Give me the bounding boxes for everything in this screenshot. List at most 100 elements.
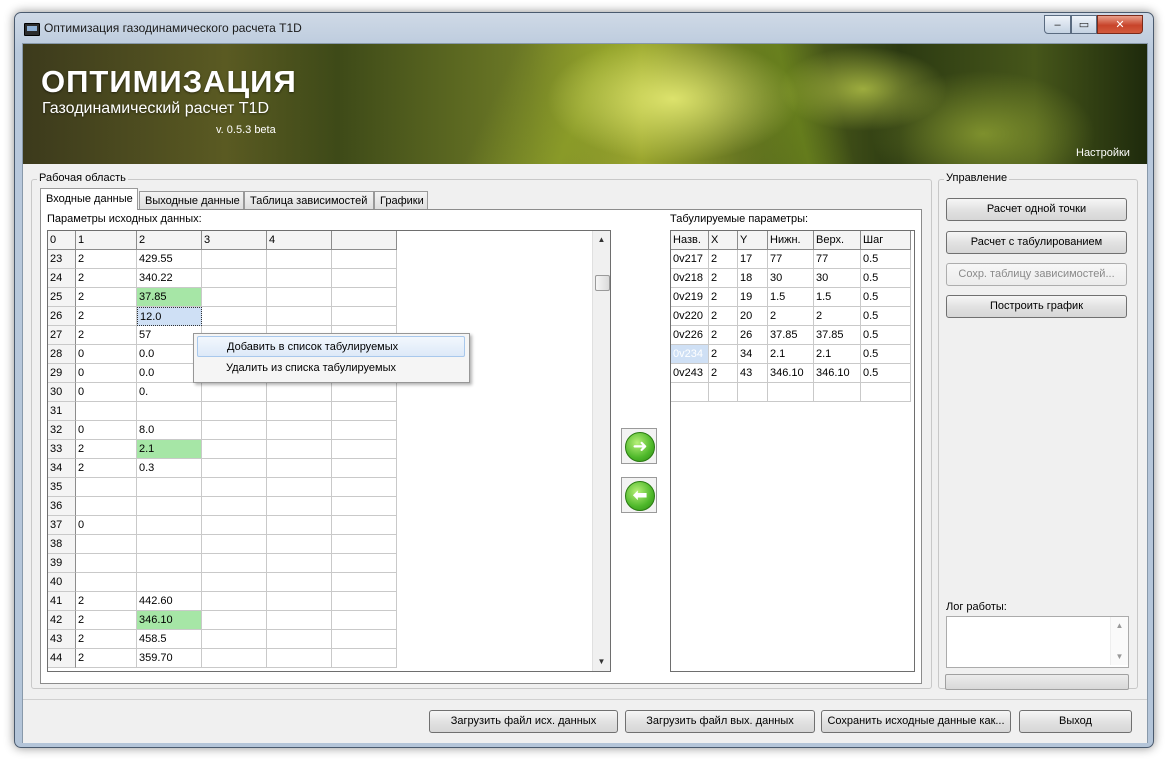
table-cell[interactable] [137, 478, 202, 497]
minimize-button[interactable]: ‒ [1044, 15, 1071, 34]
row-header[interactable]: 23 [48, 250, 76, 269]
table-cell[interactable] [332, 649, 397, 668]
table-cell[interactable] [202, 592, 267, 611]
table-cell[interactable]: 0.5 [861, 345, 911, 364]
tab-dependency-table[interactable]: Таблица зависимостей [244, 191, 374, 210]
table-cell[interactable] [814, 383, 861, 402]
table-cell[interactable] [332, 516, 397, 535]
table-cell[interactable]: 0. [137, 383, 202, 402]
table-cell[interactable] [267, 307, 332, 326]
table-cell[interactable] [332, 459, 397, 478]
table-cell[interactable]: 2 [709, 288, 738, 307]
table-cell[interactable] [137, 535, 202, 554]
table-cell[interactable]: 2 [76, 288, 137, 307]
table-cell[interactable] [267, 611, 332, 630]
table-cell[interactable]: 2 [709, 364, 738, 383]
table-cell[interactable] [709, 383, 738, 402]
table-cell[interactable] [332, 497, 397, 516]
table-cell[interactable]: 2 [76, 269, 137, 288]
table-cell[interactable]: 2 [76, 611, 137, 630]
table-cell[interactable] [267, 383, 332, 402]
table-cell[interactable]: 2 [709, 345, 738, 364]
remove-from-tab-button[interactable]: ⬅ [621, 477, 657, 513]
table-cell[interactable]: 2 [709, 326, 738, 345]
table-cell[interactable]: 2 [76, 649, 137, 668]
table-cell[interactable]: 0v234 [671, 345, 709, 364]
column-header[interactable]: 2 [137, 231, 202, 250]
table-cell[interactable]: 0.5 [861, 326, 911, 345]
row-header[interactable]: 34 [48, 459, 76, 478]
table-cell[interactable]: 359.70 [137, 649, 202, 668]
table-cell[interactable]: 346.10 [768, 364, 814, 383]
row-header[interactable]: 39 [48, 554, 76, 573]
table-cell[interactable]: 429.55 [137, 250, 202, 269]
table-cell[interactable] [671, 383, 709, 402]
table-cell[interactable] [76, 554, 137, 573]
build-chart-button[interactable]: Построить график [946, 295, 1127, 318]
table-cell[interactable] [137, 573, 202, 592]
table-cell[interactable]: 30 [814, 269, 861, 288]
table-cell[interactable] [267, 535, 332, 554]
table-cell[interactable]: 0v218 [671, 269, 709, 288]
table-cell[interactable] [137, 402, 202, 421]
table-cell[interactable] [332, 592, 397, 611]
table-cell[interactable] [267, 516, 332, 535]
row-header[interactable]: 24 [48, 269, 76, 288]
scroll-thumb[interactable] [595, 275, 610, 291]
column-header[interactable]: Y [738, 231, 768, 250]
input-data-grid[interactable]: 0 1 2 3 4 23 2 429.55 24 2 340.22 25 2 37.85 26 2 12.0 27… [47, 230, 611, 672]
table-cell[interactable]: 442.60 [137, 592, 202, 611]
table-cell[interactable]: 8.0 [137, 421, 202, 440]
tabulated-params-grid[interactable]: Назв. X Y Нижн. Верх. Шаг 0v217 2 17 77 77 0.5 0v218… [670, 230, 915, 672]
table-cell[interactable] [202, 269, 267, 288]
row-header[interactable]: 30 [48, 383, 76, 402]
title-bar[interactable]: Оптимизация газодинамического расчета T1… [15, 13, 1153, 43]
table-cell[interactable]: 0 [76, 516, 137, 535]
table-cell[interactable]: 0v220 [671, 307, 709, 326]
table-cell[interactable]: 2 [709, 307, 738, 326]
row-header[interactable]: 44 [48, 649, 76, 668]
column-header[interactable]: 1 [76, 231, 137, 250]
table-cell[interactable]: 2 [76, 307, 137, 326]
table-cell[interactable]: 2.1 [137, 440, 202, 459]
table-cell[interactable]: 2 [76, 326, 137, 345]
log-scrollbar[interactable]: ▲ ▼ [1110, 617, 1128, 665]
table-cell[interactable] [332, 383, 397, 402]
row-header[interactable]: 40 [48, 573, 76, 592]
input-grid-scrollbar[interactable]: ▲ ▼ [592, 231, 610, 671]
table-cell[interactable] [332, 630, 397, 649]
table-cell[interactable]: 0v243 [671, 364, 709, 383]
table-cell[interactable] [332, 402, 397, 421]
table-cell[interactable] [202, 288, 267, 307]
table-cell[interactable]: 19 [738, 288, 768, 307]
table-cell[interactable] [137, 554, 202, 573]
table-cell[interactable]: 0.5 [861, 288, 911, 307]
save-dependency-table-button[interactable]: Сохр. таблицу зависимостей... [946, 263, 1127, 286]
table-cell[interactable] [332, 421, 397, 440]
table-cell[interactable]: 0.5 [861, 269, 911, 288]
table-cell[interactable] [332, 269, 397, 288]
row-header[interactable]: 27 [48, 326, 76, 345]
table-cell[interactable]: 346.10 [814, 364, 861, 383]
table-cell[interactable] [202, 611, 267, 630]
table-cell[interactable]: 1.5 [814, 288, 861, 307]
table-cell[interactable]: 43 [738, 364, 768, 383]
row-header[interactable]: 36 [48, 497, 76, 516]
table-cell[interactable] [332, 573, 397, 592]
table-cell[interactable]: 37.85 [814, 326, 861, 345]
column-header[interactable]: 4 [267, 231, 332, 250]
table-cell[interactable] [202, 440, 267, 459]
table-cell[interactable] [332, 478, 397, 497]
table-cell[interactable]: 2 [76, 250, 137, 269]
menu-item-add-to-tabulated[interactable]: Добавить в список табулируемых [197, 336, 465, 357]
table-cell[interactable] [202, 478, 267, 497]
row-header[interactable]: 42 [48, 611, 76, 630]
table-cell[interactable]: 20 [738, 307, 768, 326]
table-cell[interactable]: 0 [76, 364, 137, 383]
table-cell[interactable] [332, 288, 397, 307]
row-header[interactable]: 37 [48, 516, 76, 535]
table-cell[interactable]: 0v219 [671, 288, 709, 307]
table-cell[interactable]: 1.5 [768, 288, 814, 307]
table-cell[interactable] [202, 630, 267, 649]
column-header[interactable]: Шаг [861, 231, 911, 250]
